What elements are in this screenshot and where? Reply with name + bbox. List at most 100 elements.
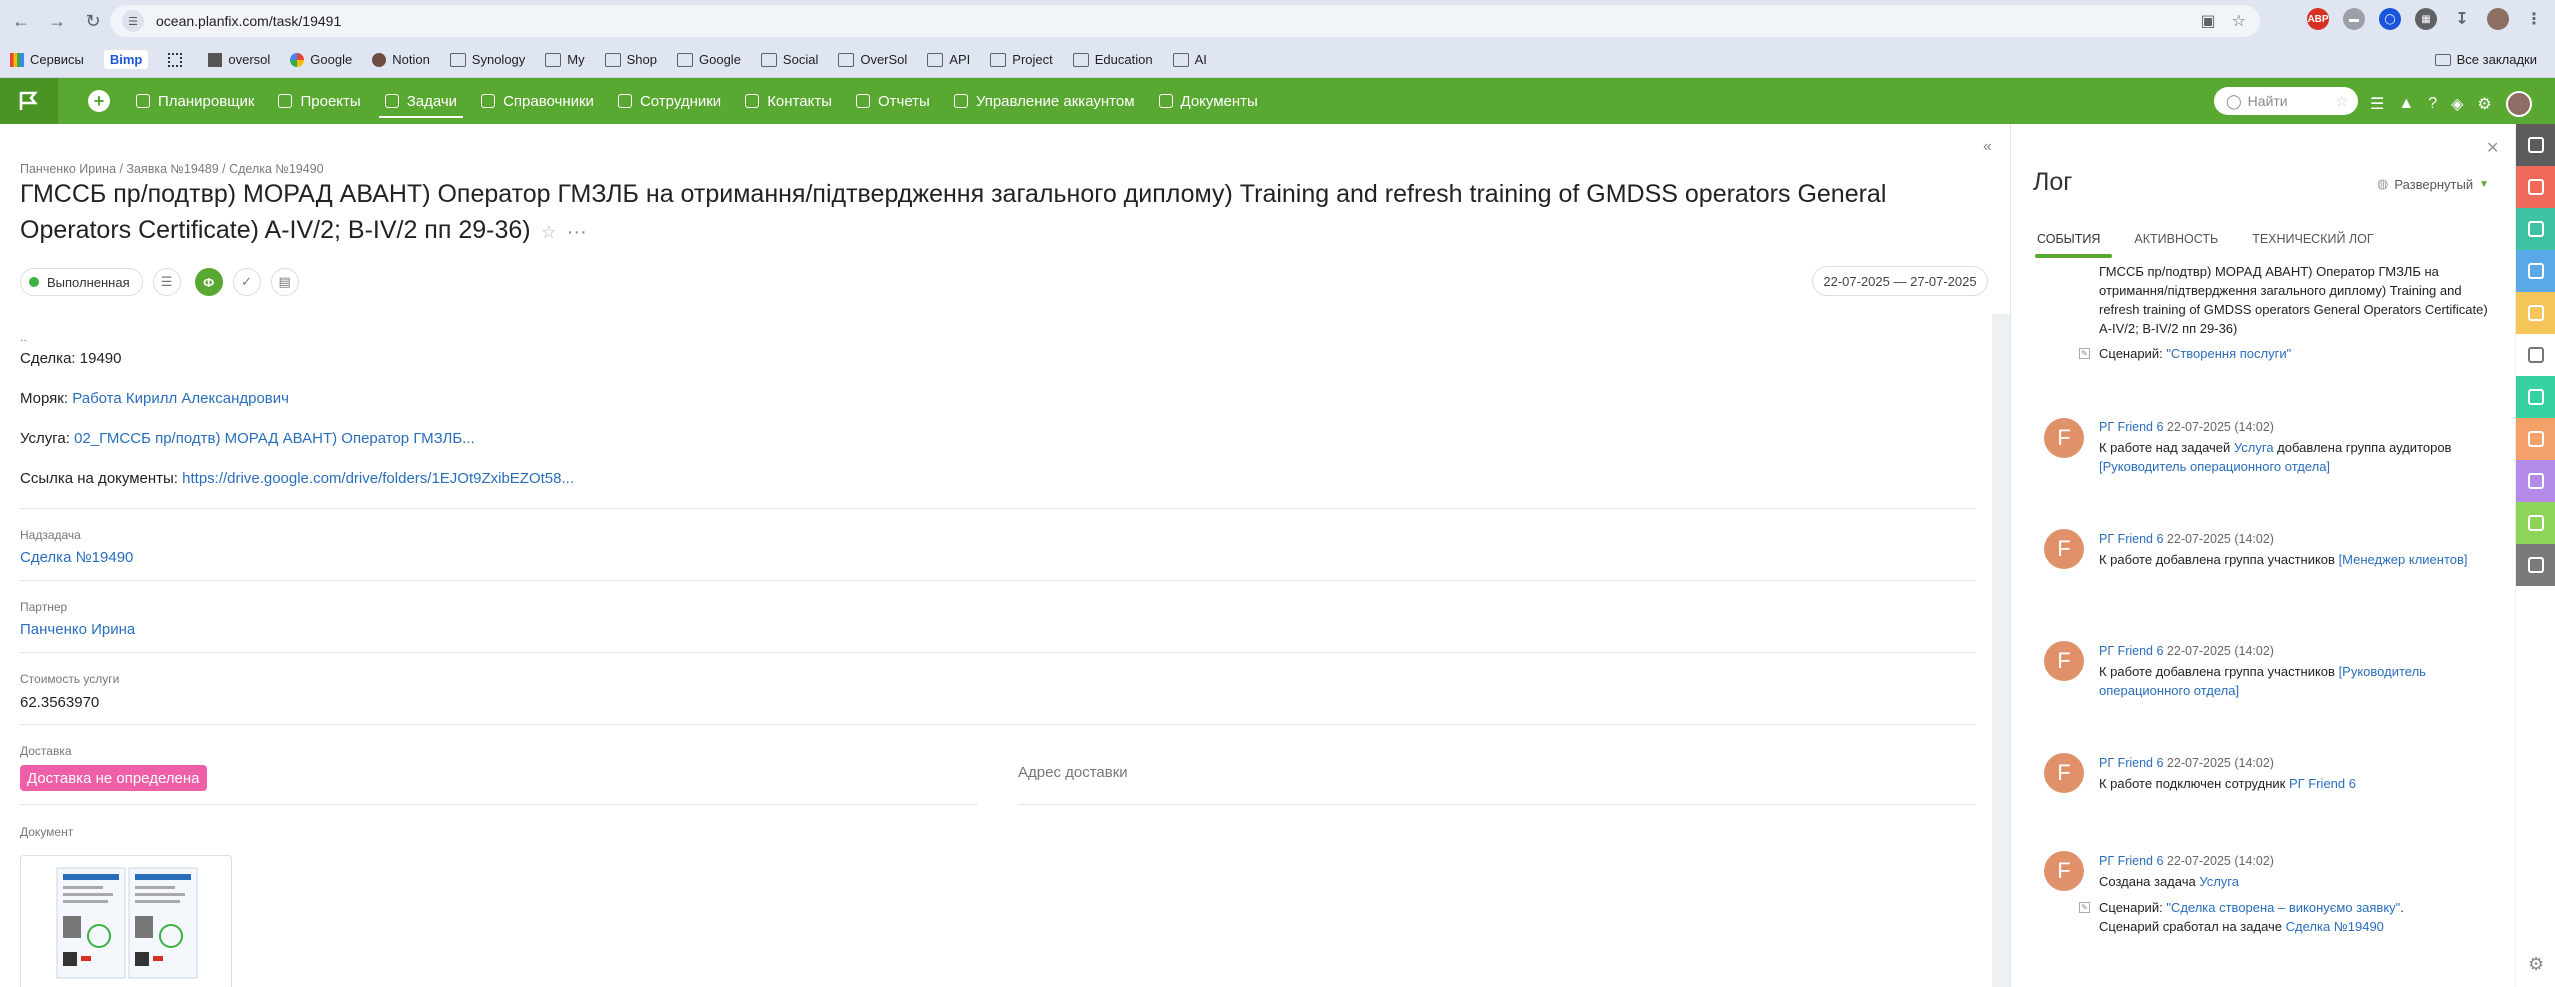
address-label[interactable]: Адрес доставки xyxy=(1018,764,1128,781)
profile-avatar[interactable] xyxy=(2487,8,2509,30)
planfix-logo[interactable] xyxy=(0,78,58,124)
bookmark-social[interactable]: Social xyxy=(760,52,818,67)
check-icon[interactable]: ✓ xyxy=(232,268,261,296)
tab-events[interactable]: СОБЫТИЯ xyxy=(2034,232,2113,258)
close-icon[interactable]: ✕ xyxy=(2486,138,2499,158)
extensions-puzzle-icon[interactable]: ▦ xyxy=(2415,8,2437,30)
service-link[interactable]: 02_ГМССБ пр/подтв) МОРАД АВАНТ) Оператор… xyxy=(74,430,475,447)
more-icon[interactable]: ··· xyxy=(567,221,587,243)
avatar[interactable]: F xyxy=(2044,641,2084,681)
hamburger-icon[interactable]: ☰ xyxy=(2370,94,2384,114)
avatar[interactable]: F xyxy=(2044,753,2084,793)
favorite-icon[interactable]: ☆ xyxy=(2335,93,2348,110)
adblock-icon[interactable]: ABP xyxy=(2307,8,2329,30)
gear-icon[interactable]: ⚙ xyxy=(2477,94,2491,114)
avatar[interactable]: F xyxy=(2044,418,2084,458)
scenario-link[interactable]: "Сделка створена – виконуємо заявку" xyxy=(2166,900,2400,915)
note-icon[interactable]: ▤ xyxy=(270,268,299,296)
delivery-badge[interactable]: Доставка не определена xyxy=(20,765,207,791)
bookmark-shop[interactable]: Shop xyxy=(604,52,657,67)
all-bookmarks[interactable]: Все закладки xyxy=(2434,52,2537,67)
breadcrumb[interactable]: Панченко Ирина / Заявка №19489 / Сделка … xyxy=(20,162,324,176)
parent-link[interactable]: Сделка №19490 xyxy=(20,549,133,566)
add-button[interactable]: + xyxy=(88,90,110,112)
bookmark-api[interactable]: API xyxy=(927,52,970,67)
bookmark-project[interactable]: Project xyxy=(990,52,1053,67)
bookmark-google-folder[interactable]: Google xyxy=(677,52,741,67)
bookmark-notion[interactable]: Notion xyxy=(372,52,430,67)
gear-icon[interactable]: ⚙ xyxy=(2528,954,2544,975)
bookmark-bimp[interactable]: Bimp xyxy=(103,50,149,69)
star-icon[interactable]: ☆ xyxy=(541,222,557,242)
menu-projects[interactable]: Проекты xyxy=(266,78,372,124)
install-icon[interactable]: ▣ xyxy=(2201,11,2216,31)
list-icon[interactable]: ☰ xyxy=(152,268,181,296)
menu-documents[interactable]: Документы xyxy=(1147,78,1270,124)
wave-icon[interactable] xyxy=(2516,544,2555,586)
planfix-icon[interactable] xyxy=(2516,124,2555,166)
bookmark-oversol-folder[interactable]: OverSol xyxy=(838,52,907,67)
docs-icon[interactable] xyxy=(2516,250,2555,292)
entry-link[interactable]: РГ Friend 6 xyxy=(2289,776,2356,791)
bookmark-my[interactable]: My xyxy=(545,52,585,67)
bell-icon[interactable] xyxy=(2516,292,2555,334)
partner-link[interactable]: Панченко Ирина xyxy=(20,621,135,638)
sailor-link[interactable]: Работа Кирилл Александрович xyxy=(72,390,289,407)
bookmark-star-icon[interactable]: ☆ xyxy=(2232,11,2246,31)
person-icon[interactable]: ▲ xyxy=(2398,95,2414,113)
log-mode-select[interactable]: ◍ Развернутый ▼ xyxy=(2377,176,2489,192)
avatar[interactable]: F xyxy=(2044,529,2084,569)
reload-icon[interactable]: ↻ xyxy=(78,6,108,36)
menu-directories[interactable]: Справочники xyxy=(469,78,606,124)
bookmark-google[interactable]: Google xyxy=(290,52,352,67)
person-icon[interactable] xyxy=(2516,418,2555,460)
menu-employees[interactable]: Сотрудники xyxy=(606,78,733,124)
avatar[interactable] xyxy=(2505,91,2532,117)
menu-planner[interactable]: Планировщик xyxy=(124,78,266,124)
bookmark-education[interactable]: Education xyxy=(1072,52,1153,67)
status-badge[interactable]: Выполненная xyxy=(20,268,143,296)
site-info-icon[interactable]: ☰ xyxy=(122,10,144,32)
bookmark-ai[interactable]: AI xyxy=(1172,52,1207,67)
shield-icon[interactable]: ◯ xyxy=(2379,8,2401,30)
send-icon[interactable] xyxy=(2516,502,2555,544)
layers-icon[interactable]: ◈ xyxy=(2451,94,2463,114)
author-link[interactable]: РГ Friend 6 xyxy=(2099,854,2163,868)
search-input[interactable]: ◯ Найти ☆ xyxy=(2214,87,2358,115)
download-icon[interactable]: ↧ xyxy=(2451,8,2473,30)
bookmark-apps[interactable]: Сервисы xyxy=(10,52,84,67)
document-thumbnail[interactable] xyxy=(20,855,232,987)
avatar[interactable]: F xyxy=(2044,851,2084,891)
tab-activity[interactable]: АКТИВНОСТЬ xyxy=(2134,232,2218,246)
back-icon[interactable]: ← xyxy=(6,6,36,36)
chart-icon[interactable] xyxy=(2516,460,2555,502)
author-link[interactable]: РГ Friend 6 xyxy=(2099,420,2163,434)
tab-technical-log[interactable]: ТЕХНИЧЕСКИЙ ЛОГ xyxy=(2252,232,2373,246)
chrome-menu-icon[interactable]: ⋮ xyxy=(2523,8,2545,30)
author-link[interactable]: РГ Friend 6 xyxy=(2099,644,2163,658)
task-dates[interactable]: 22-07-2025 — 27-07-2025 xyxy=(1812,266,1988,296)
clipboard-icon[interactable] xyxy=(2516,334,2555,376)
entry-link[interactable]: [Руководитель операционного отдела] xyxy=(2099,459,2330,474)
scenario-task-link[interactable]: Сделка №19490 xyxy=(2286,919,2384,934)
entry-link[interactable]: Услуга xyxy=(2234,440,2274,455)
address-bar[interactable]: ☰ ocean.planfix.com/task/19491 ▣ ☆ xyxy=(110,5,2260,37)
bookmark-grid[interactable] xyxy=(168,52,188,67)
entry-link[interactable]: Услуга xyxy=(2199,874,2239,889)
forward-icon[interactable]: → xyxy=(42,6,72,36)
planfix-f-button[interactable]: Ф xyxy=(194,268,223,296)
key-icon[interactable] xyxy=(2516,376,2555,418)
help-icon[interactable]: ? xyxy=(2428,95,2437,113)
menu-reports[interactable]: Отчеты xyxy=(844,78,942,124)
menu-account[interactable]: Управление аккаунтом xyxy=(942,78,1147,124)
flow-icon[interactable] xyxy=(2516,208,2555,250)
author-link[interactable]: РГ Friend 6 xyxy=(2099,756,2163,770)
menu-contacts[interactable]: Контакты xyxy=(733,78,844,124)
bookmark-synology[interactable]: Synology xyxy=(449,52,525,67)
entry-link[interactable]: [Менеджер клиентов] xyxy=(2339,552,2468,567)
url-text[interactable]: ocean.planfix.com/task/19491 xyxy=(156,13,341,29)
menu-tasks[interactable]: Задачи xyxy=(373,78,469,124)
author-link[interactable]: РГ Friend 6 xyxy=(2099,532,2163,546)
extension-icon[interactable]: ▬ xyxy=(2343,8,2365,30)
collapse-icon[interactable]: « xyxy=(1983,138,1992,156)
